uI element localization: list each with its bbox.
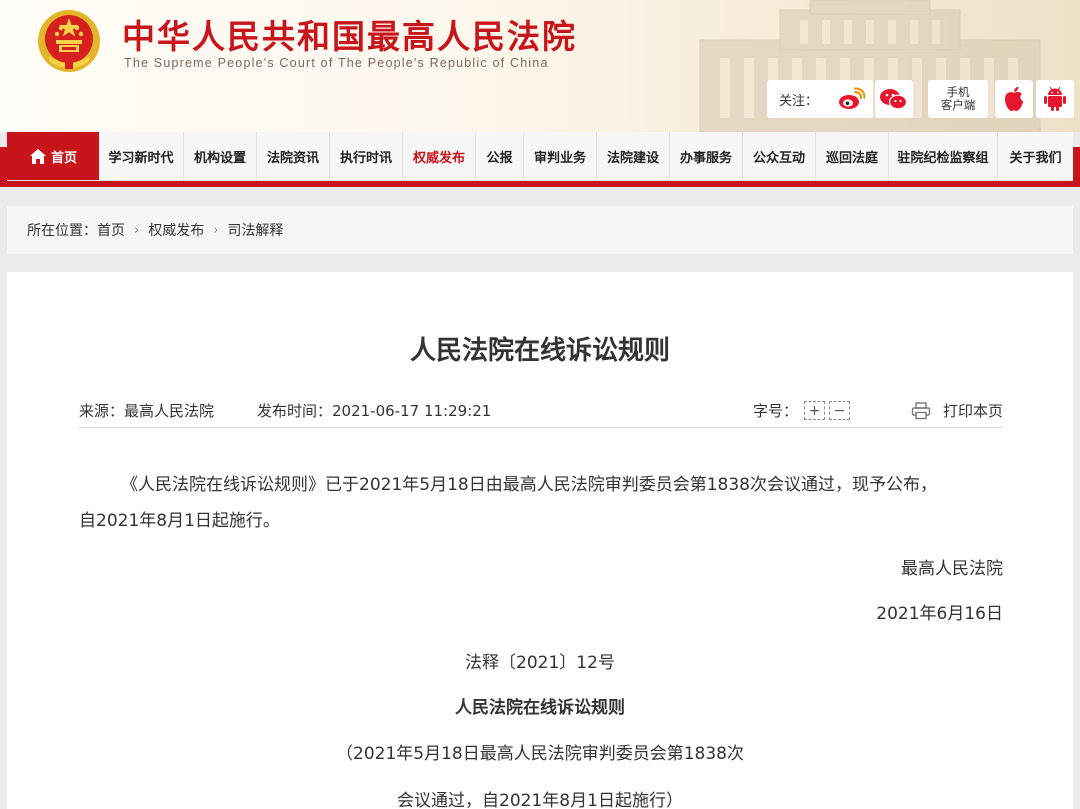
article-source: 来源：最高人民法院 [79, 402, 215, 420]
nav-item-gazette[interactable]: 公报 [476, 132, 524, 180]
breadcrumb-link-judicial-interpretation[interactable]: 司法解释 [227, 220, 283, 240]
nav-item-label: 首页 [50, 150, 77, 166]
print-button[interactable]: 打印本页 [911, 400, 1003, 421]
apple-app-button[interactable] [995, 80, 1033, 118]
document-title: 人民法院在线诉讼规则 [455, 698, 625, 718]
nav-item-label: 机构设置 [193, 150, 246, 166]
wechat-icon [880, 89, 908, 110]
document-note-line: 会议通过，自2021年8月1日起施行） [397, 791, 683, 809]
breadcrumb-link-home[interactable]: 首页 [97, 220, 125, 240]
chevron-right-icon: › [134, 222, 140, 238]
nav-item-about-us[interactable]: 关于我们 [998, 132, 1073, 180]
article-publish-time: 发布时间：2021-06-17 11:29:21 [257, 402, 492, 420]
article-meta: 来源：最高人民法院 发布时间：2021-06-17 11:29:21 字号： +… [79, 398, 1003, 428]
nav-item-court-news[interactable]: 法院资讯 [257, 132, 330, 180]
nav-item-label: 权威发布 [412, 150, 465, 166]
nav-item-label: 公报 [486, 150, 513, 166]
printer-icon [911, 401, 931, 419]
main-nav: 首页 学习新时代 机构设置 法院资讯 执行时讯 权威发布 公报 审判业务 法院建… [7, 132, 1073, 180]
nav-item-label: 公众互动 [752, 150, 805, 166]
national-emblem-icon [38, 10, 100, 72]
document-note-line: （2021年5月18日最高人民法院审判委员会第1838次 [336, 744, 744, 764]
breadcrumb-link-release[interactable]: 权威发布 [148, 220, 204, 240]
nav-item-label: 法院建设 [606, 150, 659, 166]
meta-divider [79, 427, 1003, 428]
article-title: 人民法院在线诉讼规则 [409, 336, 670, 366]
nav-item-services[interactable]: 办事服务 [670, 132, 743, 180]
nav-item-authoritative-release[interactable]: 权威发布 [403, 132, 476, 180]
breadcrumb-prefix: 所在位置： [27, 223, 97, 239]
apple-icon [1005, 86, 1023, 111]
mobile-client-line2: 客户端 [940, 98, 976, 112]
chevron-right-icon: › [213, 222, 219, 238]
wechat-button[interactable] [875, 80, 913, 118]
article-paragraph-line: 自2021年8月1日起施行。 [79, 511, 280, 531]
font-size-label: 字号： [753, 402, 799, 420]
nav-item-study[interactable]: 学习新时代 [99, 132, 184, 180]
nav-item-label: 关于我们 [1009, 150, 1062, 166]
follow-label: 关注： [779, 93, 819, 109]
breadcrumb: 所在位置： 首页 › 权威发布 › 司法解释 [7, 206, 1073, 254]
nav-item-discipline-inspection[interactable]: 驻院纪检监察组 [889, 132, 998, 180]
nav-item-court-construction[interactable]: 法院建设 [597, 132, 670, 180]
font-size-control: 字号： + − [753, 400, 851, 421]
mobile-client-button[interactable]: 手机 客户端 [928, 80, 988, 118]
nav-item-label: 审判业务 [533, 150, 586, 166]
print-label: 打印本页 [942, 402, 1003, 420]
weibo-button[interactable] [832, 80, 870, 118]
site-title: 中华人民共和国最高人民法院 [122, 17, 577, 56]
document-number: 法释〔2021〕12号 [465, 653, 615, 673]
nav-item-label: 法院资讯 [266, 150, 319, 166]
article-container: 人民法院在线诉讼规则 来源：最高人民法院 发布时间：2021-06-17 11:… [7, 272, 1073, 809]
nav-item-label: 驻院纪检监察组 [897, 150, 989, 166]
nav-item-home[interactable]: 首页 [7, 132, 99, 180]
signature-date: 2021年6月16日 [876, 604, 1003, 624]
nav-item-organization[interactable]: 机构设置 [184, 132, 257, 180]
site-header: 中华人民共和国最高人民法院 The Supreme People's Court… [0, 0, 1080, 132]
nav-item-label: 执行时讯 [339, 150, 392, 166]
nav-item-label: 办事服务 [679, 150, 732, 166]
home-icon [29, 148, 46, 164]
font-increase-button[interactable]: + [804, 401, 826, 420]
article-paragraph-line: 《人民法院在线诉讼规则》已于2021年5月18日由最高人民法院审判委员会第183… [121, 475, 937, 495]
nav-item-label: 巡回法庭 [825, 150, 878, 166]
nav-item-execution-news[interactable]: 执行时讯 [330, 132, 403, 180]
nav-item-public-interaction[interactable]: 公众互动 [743, 132, 816, 180]
weibo-icon [839, 87, 865, 109]
site-subtitle: The Supreme People's Court of The People… [124, 56, 549, 70]
font-decrease-button[interactable]: − [829, 401, 851, 420]
nav-item-circuit-court[interactable]: 巡回法庭 [816, 132, 889, 180]
nav-item-label: 学习新时代 [108, 150, 174, 166]
android-icon [1044, 86, 1066, 111]
signature-court: 最高人民法院 [901, 559, 1003, 579]
nav-item-trial-business[interactable]: 审判业务 [524, 132, 597, 180]
android-app-button[interactable] [1036, 80, 1074, 118]
